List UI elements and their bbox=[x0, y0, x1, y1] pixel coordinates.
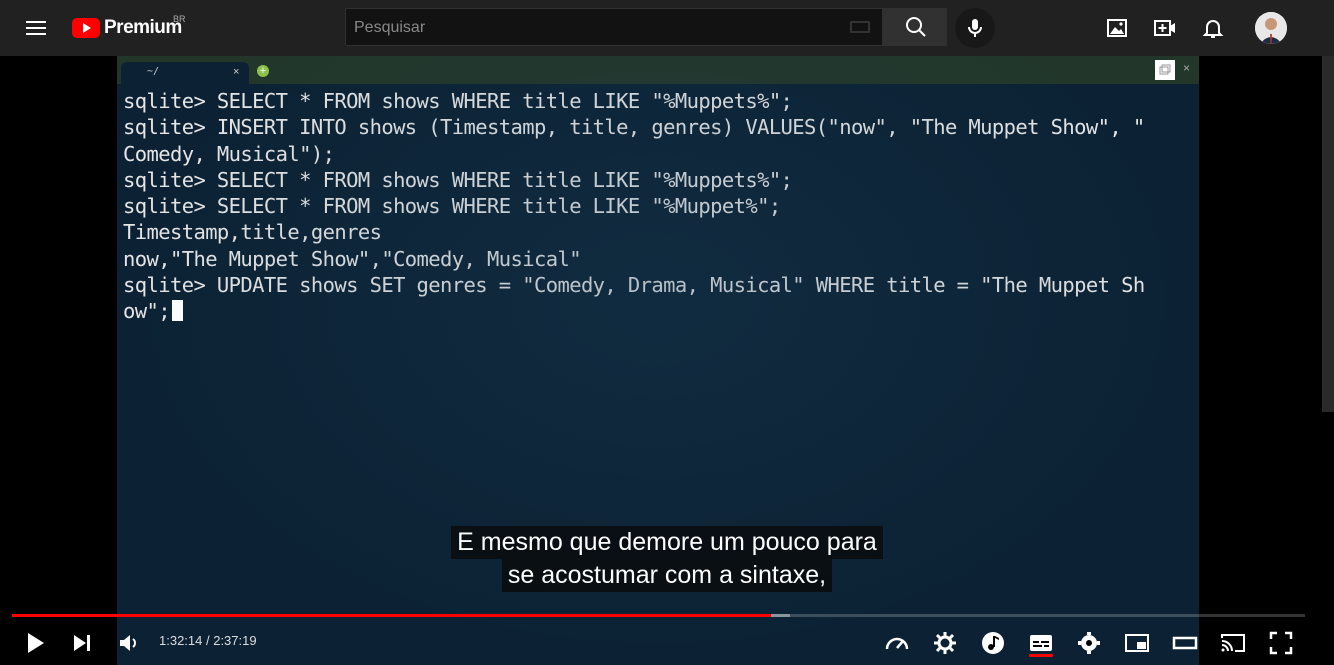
progress-played bbox=[12, 614, 771, 617]
search-button[interactable] bbox=[883, 8, 947, 46]
close-icon: × bbox=[233, 66, 240, 78]
captions: E mesmo que demore um pouco para se acos… bbox=[0, 526, 1334, 592]
progress-bar[interactable] bbox=[12, 614, 1305, 617]
caption-line-2: se acostumar com a sintaxe, bbox=[501, 559, 833, 592]
video-player[interactable]: ~/ × + × sqlite> SELECT * FROM shows WHE… bbox=[0, 56, 1334, 665]
play-icon[interactable] bbox=[21, 629, 49, 657]
search-box bbox=[345, 8, 883, 47]
create-video-icon[interactable] bbox=[1153, 16, 1177, 40]
caption-line-1: E mesmo que demore um pouco para bbox=[451, 526, 883, 559]
search-input[interactable] bbox=[352, 9, 836, 47]
player-controls: 1:32:14 / 2:37:19 bbox=[0, 621, 1334, 665]
next-icon[interactable] bbox=[68, 629, 96, 657]
add-tab-icon: + bbox=[257, 65, 269, 77]
time-display: 1:32:14 / 2:37:19 bbox=[159, 633, 257, 648]
settings-icon[interactable] bbox=[1075, 629, 1103, 657]
mic-icon bbox=[968, 19, 982, 37]
window-close-icon: × bbox=[1183, 61, 1191, 75]
youtube-premium-logo[interactable]: Premium BR bbox=[72, 14, 186, 42]
avatar[interactable] bbox=[1255, 12, 1287, 44]
menu-icon[interactable] bbox=[24, 16, 48, 40]
page-scrollbar[interactable] bbox=[1322, 56, 1334, 412]
settings-gear-icon[interactable] bbox=[931, 629, 959, 657]
image-icon[interactable] bbox=[1105, 16, 1129, 40]
brand-name: Premium bbox=[104, 17, 182, 38]
subtitles-icon[interactable] bbox=[1027, 629, 1055, 657]
terminal-tab: ~/ × bbox=[121, 62, 249, 84]
terminal-tab-bar: ~/ × + × bbox=[117, 56, 1199, 84]
music-icon[interactable] bbox=[979, 629, 1007, 657]
theater-mode-icon[interactable] bbox=[1171, 629, 1199, 657]
subtitles-active-indicator bbox=[1029, 654, 1053, 657]
miniplayer-icon[interactable] bbox=[1123, 629, 1151, 657]
cast-icon[interactable] bbox=[1219, 629, 1247, 657]
terminal-cursor bbox=[171, 300, 183, 322]
masthead: Premium BR bbox=[0, 0, 1334, 56]
terminal-text: sqlite> SELECT * FROM shows WHERE title … bbox=[123, 89, 1145, 324]
volume-icon[interactable] bbox=[115, 629, 143, 657]
voice-search-button[interactable] bbox=[955, 8, 995, 48]
keyboard-icon[interactable] bbox=[850, 21, 870, 33]
maximize-icon bbox=[1155, 60, 1175, 80]
region-label: BR bbox=[173, 14, 186, 24]
terminal-output: sqlite> SELECT * FROM shows WHERE title … bbox=[123, 88, 1193, 325]
search-icon bbox=[906, 17, 926, 37]
speed-icon[interactable] bbox=[883, 629, 911, 657]
notifications-icon[interactable] bbox=[1201, 16, 1225, 40]
fullscreen-icon[interactable] bbox=[1267, 629, 1295, 657]
terminal-tab-label: ~/ bbox=[147, 66, 160, 77]
youtube-logo-icon bbox=[72, 18, 100, 38]
